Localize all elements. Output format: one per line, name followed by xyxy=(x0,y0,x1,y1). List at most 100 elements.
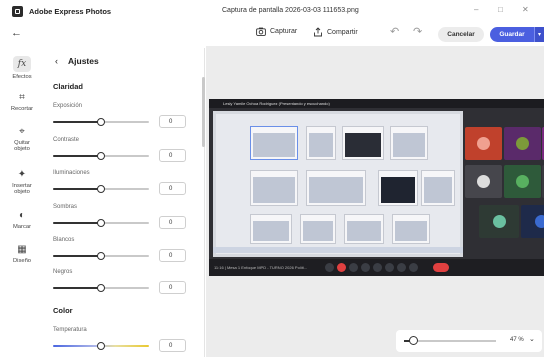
close-button[interactable]: ✕ xyxy=(522,5,529,14)
value-field-whites[interactable]: 0 xyxy=(159,249,186,262)
rail-item-design[interactable]: ▦ Diseño xyxy=(0,244,44,264)
end-call-icon xyxy=(433,263,449,272)
slider-knob[interactable] xyxy=(97,152,105,160)
capture-label: Capturar xyxy=(270,28,298,35)
meeting-control-icon xyxy=(385,263,394,272)
slider-label-shadows: Sombras xyxy=(53,204,78,210)
panel-scrollbar[interactable] xyxy=(202,77,205,147)
zoom-chevron-icon[interactable]: ⌄ xyxy=(529,335,535,343)
participant-tile xyxy=(504,127,541,160)
image-canvas[interactable]: Lesly Yamile Ochoa Rodriguez (Presentand… xyxy=(206,46,544,357)
design-icon: ▦ xyxy=(17,244,27,255)
back-arrow-icon[interactable]: ← xyxy=(11,27,22,39)
window-thumbnail xyxy=(421,170,455,206)
slider-knob[interactable] xyxy=(97,284,105,292)
panel-header: ‹ Ajustes xyxy=(55,56,99,66)
zoom-value[interactable]: 47 % xyxy=(510,337,524,343)
rail-item-mark[interactable]: ◐ Marcar xyxy=(0,210,44,230)
slider-blacks[interactable] xyxy=(53,284,149,292)
slider-knob[interactable] xyxy=(97,252,105,260)
meeting-control-icon xyxy=(361,263,370,272)
rail-item-label: Diseño xyxy=(12,257,32,264)
meeting-control-icon xyxy=(349,263,358,272)
slider-contrast[interactable] xyxy=(53,152,149,160)
rail-item-label: Marcar xyxy=(12,223,32,230)
slider-highlights[interactable] xyxy=(53,185,149,193)
share-button[interactable]: Compartir xyxy=(313,27,358,37)
slider-temperature[interactable] xyxy=(53,342,149,350)
title-bar: Adobe Express Photos Captura de pantalla… xyxy=(0,0,544,22)
shared-screen xyxy=(213,111,463,257)
window-thumbnail xyxy=(250,170,298,206)
slider-fill xyxy=(53,287,101,289)
participant-tile xyxy=(465,127,502,160)
meeting-info-text: 11:16 | Mesa 1 Enfoque MPD - TURNO 2026 … xyxy=(214,265,308,270)
tools-rail: fx Efectos ⌗ Recortar ⌖ Quitar objeto ✦ … xyxy=(0,48,44,357)
cancel-button[interactable]: Cancelar xyxy=(438,27,484,42)
edited-image: Lesly Yamile Ochoa Rodriguez (Presentand… xyxy=(209,99,544,276)
save-options-chevron-icon[interactable]: ▾ xyxy=(534,27,544,42)
window-thumbnail xyxy=(306,126,336,160)
maximize-button[interactable]: □ xyxy=(498,5,503,14)
window-thumbnail xyxy=(378,170,418,206)
meeting-control-icon xyxy=(337,263,346,272)
section-title-color: Color xyxy=(53,306,73,315)
slider-shadows[interactable] xyxy=(53,219,149,227)
capture-button[interactable]: Capturar xyxy=(256,27,297,36)
rail-item-label: Quitar objeto xyxy=(14,139,30,153)
slider-fill xyxy=(53,121,101,123)
slider-label-whites: Blancos xyxy=(53,237,75,243)
slider-knob[interactable] xyxy=(97,185,105,193)
adjustments-panel: ‹ Ajustes Claridad Exposición 0 Contrast… xyxy=(44,48,205,357)
shared-taskbar xyxy=(213,247,463,253)
remove-object-icon: ⌖ xyxy=(19,126,25,137)
rail-item-remove-object[interactable]: ⌖ Quitar objeto xyxy=(0,126,44,153)
slider-exposure[interactable] xyxy=(53,118,149,126)
slider-label-highlights: Iluminaciones xyxy=(53,170,90,176)
slider-label-blacks: Negros xyxy=(53,269,73,275)
rail-item-label: Insertar objeto xyxy=(12,182,32,196)
minimize-button[interactable]: – xyxy=(474,5,478,14)
slider-knob[interactable] xyxy=(97,342,105,350)
share-label: Compartir xyxy=(327,28,358,36)
value-field-highlights[interactable]: 0 xyxy=(159,182,186,195)
redo-icon[interactable]: ↷ xyxy=(413,25,422,38)
zoom-slider-knob[interactable] xyxy=(409,336,419,345)
back-chevron-icon[interactable]: ‹ xyxy=(55,56,58,66)
slider-label-contrast: Contraste xyxy=(53,137,80,143)
crop-icon: ⌗ xyxy=(19,92,25,103)
meeting-control-icon xyxy=(409,263,418,272)
value-field-shadows[interactable]: 0 xyxy=(159,216,186,229)
panel-title: Ajustes xyxy=(68,56,99,66)
undo-icon[interactable]: ↶ xyxy=(390,25,399,38)
window-thumbnail xyxy=(390,126,428,160)
camera-icon xyxy=(256,27,266,36)
meeting-control-icon xyxy=(373,263,382,272)
app-title: Adobe Express Photos xyxy=(29,6,112,16)
effects-icon: fx xyxy=(13,56,31,72)
meeting-bottom-bar: 11:16 | Mesa 1 Enfoque MPD - TURNO 2026 … xyxy=(209,259,544,276)
participant-tile xyxy=(479,205,519,238)
slider-knob[interactable] xyxy=(97,219,105,227)
value-field-temperature[interactable]: 0 xyxy=(159,339,186,352)
slider-fill xyxy=(53,255,101,257)
value-field-blacks[interactable]: 0 xyxy=(159,281,186,294)
slider-knob[interactable] xyxy=(97,118,105,126)
rail-item-label: Efectos xyxy=(12,74,32,80)
value-field-exposure[interactable]: 0 xyxy=(159,115,186,128)
save-button[interactable]: Guardar xyxy=(490,27,534,42)
participant-tile xyxy=(465,165,502,198)
value-field-contrast[interactable]: 0 xyxy=(159,149,186,162)
shared-desktop xyxy=(216,114,460,254)
app-logo-icon xyxy=(12,5,23,17)
document-title: Captura de pantalla 2026-03-03 111653.pn… xyxy=(222,7,359,14)
rail-item-insert-object[interactable]: ✦ Insertar objeto xyxy=(0,169,44,196)
meeting-control-icon xyxy=(397,263,406,272)
rail-item-label: Recortar xyxy=(10,105,34,112)
rail-item-effects[interactable]: fx Efectos xyxy=(0,56,44,81)
slider-whites[interactable] xyxy=(53,252,149,260)
slider-label-temperature: Temperatura xyxy=(53,327,87,333)
rail-item-crop[interactable]: ⌗ Recortar xyxy=(0,92,44,112)
slider-label-exposure: Exposición xyxy=(53,103,83,109)
section-title-clarity: Claridad xyxy=(53,82,84,91)
